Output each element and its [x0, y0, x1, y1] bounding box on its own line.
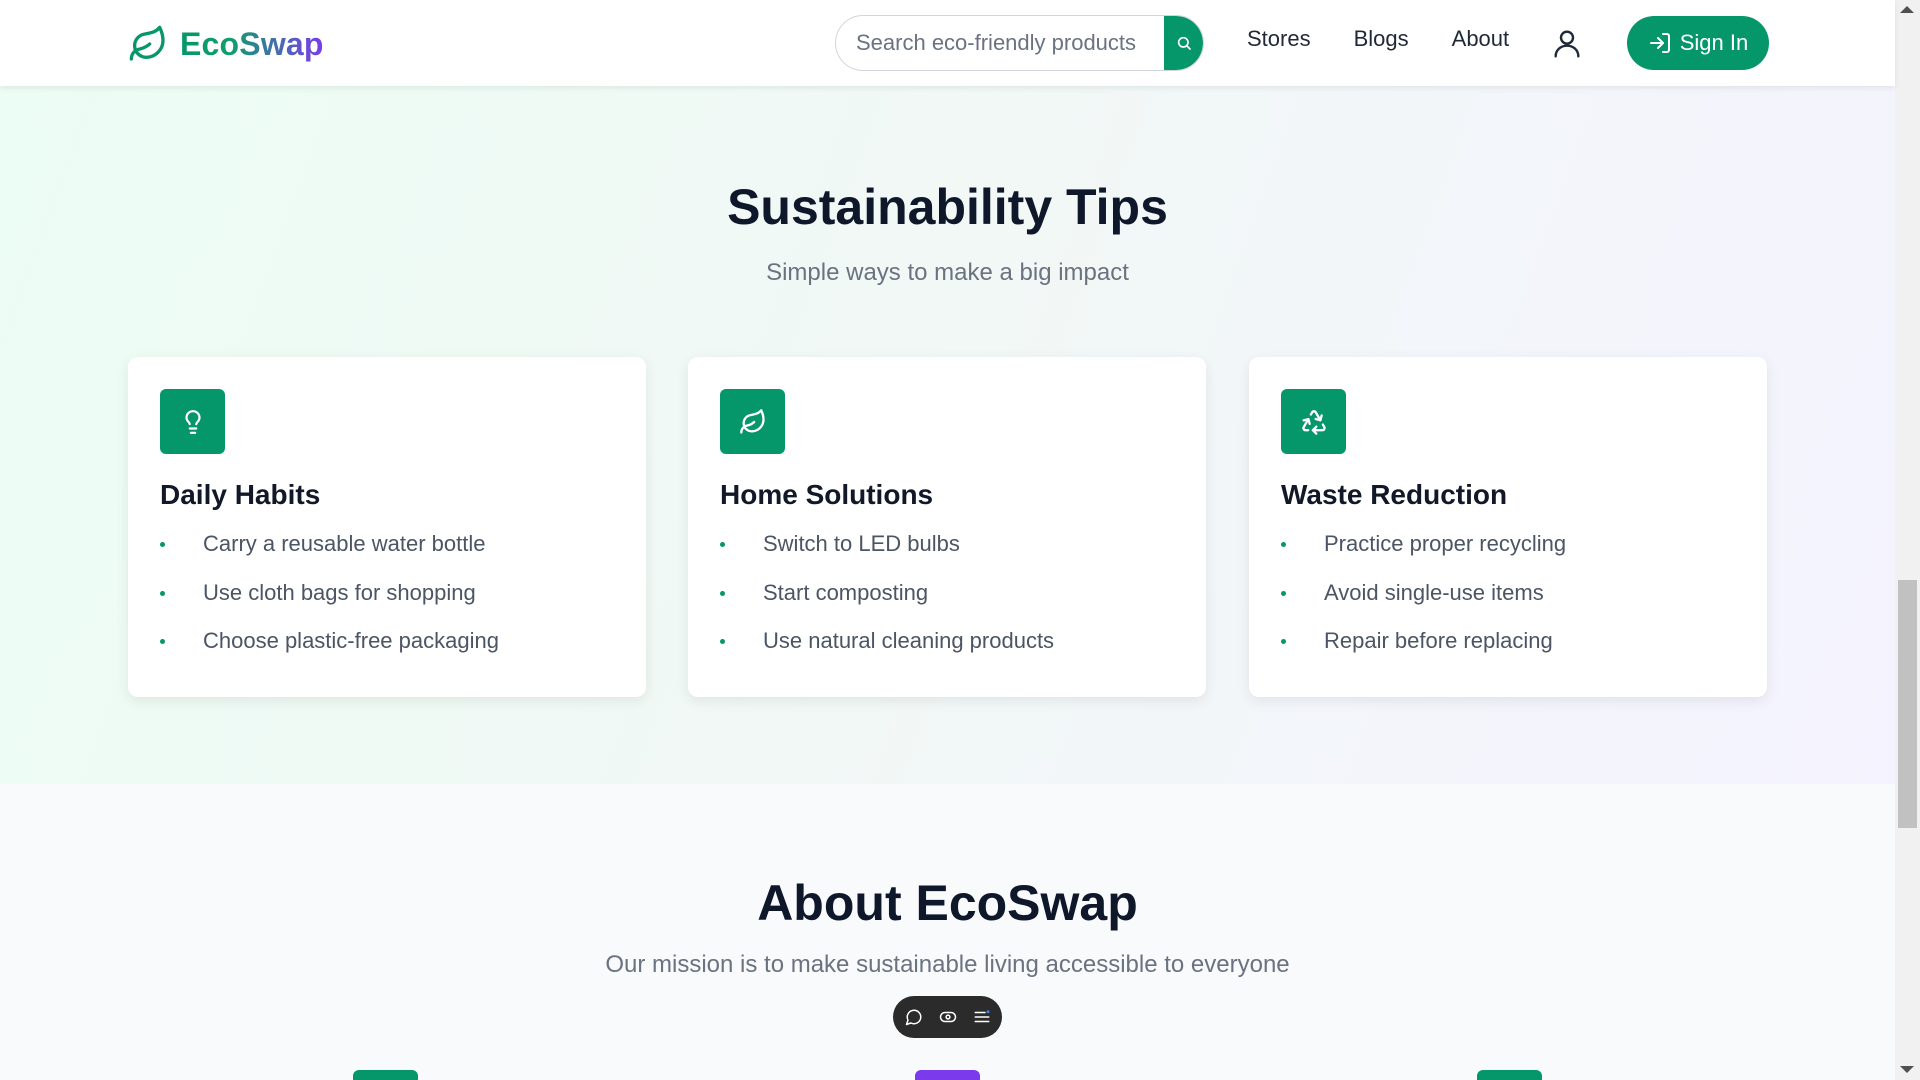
- sign-in-label: Sign In: [1679, 30, 1749, 55]
- tip-card-home-solutions: Home Solutions Switch to LED bulbs Start…: [688, 357, 1206, 697]
- brand-name: EcoSwap: [180, 25, 324, 62]
- tip-item: Carry a reusable water bottle: [160, 531, 499, 580]
- search-icon: [1177, 36, 1191, 50]
- tip-card-daily-habits: Daily Habits Carry a reusable water bott…: [128, 357, 646, 697]
- leaf-logo-icon: [128, 24, 168, 64]
- log-in-icon: [1649, 33, 1670, 53]
- scroll-up-arrow-icon[interactable]: [1900, 6, 1914, 13]
- search-button[interactable]: [1164, 16, 1203, 70]
- tip-item: Choose plastic-free packaging: [160, 628, 499, 677]
- tip-item: Use cloth bags for shopping: [160, 580, 499, 629]
- search-input[interactable]: [836, 16, 1164, 70]
- tip-item: Avoid single-use items: [1281, 580, 1566, 629]
- search-bar: [835, 15, 1204, 71]
- tip-list: Switch to LED bulbs Start composting Use…: [720, 531, 1054, 677]
- nav-about[interactable]: About: [1452, 26, 1510, 52]
- main-nav: Stores Blogs About: [1247, 26, 1509, 52]
- navbar: EcoSwap Stores Blogs About Sign In: [0, 0, 1895, 86]
- about-feature-icon: [353, 1070, 418, 1080]
- tips-title: Sustainability Tips: [727, 179, 1168, 235]
- tip-item: Use natural cleaning products: [720, 628, 1054, 677]
- tips-subtitle: Simple ways to make a big impact: [766, 259, 1129, 286]
- tip-list: Carry a reusable water bottle Use cloth …: [160, 531, 499, 677]
- sustainability-tips-section: Sustainability Tips Simple ways to make …: [0, 86, 1895, 784]
- nav-stores[interactable]: Stores: [1247, 26, 1311, 52]
- tip-item: Practice proper recycling: [1281, 531, 1566, 580]
- menu-list-icon[interactable]: [971, 1006, 993, 1028]
- lightbulb-icon: [160, 389, 225, 454]
- tip-card-waste-reduction: Waste Reduction Practice proper recyclin…: [1249, 357, 1767, 697]
- comment-icon[interactable]: [903, 1006, 925, 1028]
- card-title: Waste Reduction: [1281, 479, 1508, 510]
- page-scrollbar[interactable]: [1895, 0, 1920, 1080]
- sign-in-button[interactable]: Sign In: [1627, 16, 1769, 70]
- about-subtitle: Our mission is to make sustainable livin…: [605, 951, 1290, 978]
- brand-logo[interactable]: EcoSwap: [128, 22, 324, 66]
- about-title: About EcoSwap: [757, 875, 1138, 931]
- scrollbar-thumb[interactable]: [1898, 580, 1917, 828]
- nav-blogs[interactable]: Blogs: [1354, 26, 1409, 52]
- recycle-icon: [1281, 389, 1346, 454]
- card-title: Daily Habits: [160, 479, 321, 510]
- leaf-icon: [720, 389, 785, 454]
- tip-item: Switch to LED bulbs: [720, 531, 1054, 580]
- card-title: Home Solutions: [720, 479, 934, 510]
- scroll-down-arrow-icon[interactable]: [1900, 1066, 1914, 1073]
- eye-icon[interactable]: [937, 1006, 959, 1028]
- user-profile-icon[interactable]: [1551, 27, 1583, 59]
- tip-list: Practice proper recycling Avoid single-u…: [1281, 531, 1566, 677]
- tip-item: Repair before replacing: [1281, 628, 1566, 677]
- about-feature-icon: [915, 1070, 980, 1080]
- about-feature-icon: [1477, 1070, 1542, 1080]
- tip-item: Start composting: [720, 580, 1054, 629]
- floating-toolbar: [893, 996, 1002, 1038]
